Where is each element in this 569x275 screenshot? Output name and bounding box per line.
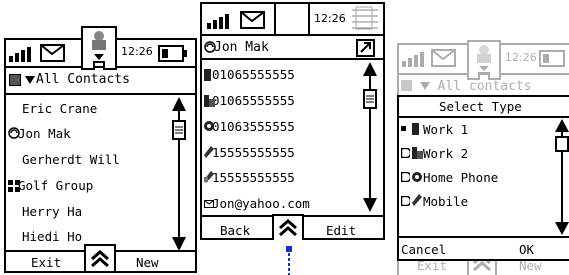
battery-icon [158, 45, 190, 63]
exit-softkey[interactable]: Exit [31, 255, 61, 270]
mobile2-phone-icon [204, 171, 214, 184]
work-phone-icon [412, 123, 420, 135]
contact-item[interactable]: Golf Group [8, 178, 93, 193]
cancel-button[interactable]: Cancel [401, 242, 446, 257]
detail-value: 15555555555 [212, 145, 295, 160]
clock-text: 12:26 [505, 51, 537, 64]
radio-icon [401, 148, 410, 158]
voicemail-tab-icon[interactable] [81, 26, 117, 70]
contact-name: Hiedi Ho [22, 229, 83, 244]
work2-phone-icon [412, 147, 423, 159]
voicemail-tab-icon [467, 40, 501, 80]
mobile-phone-icon [412, 194, 422, 207]
work2-phone-icon [204, 95, 215, 107]
ok-button[interactable]: OK [519, 242, 534, 257]
contacts-book-icon [9, 74, 21, 86]
dialog-title: Select Type [439, 99, 522, 114]
group-icon [8, 180, 20, 192]
new-softkey[interactable]: New [136, 255, 159, 270]
contact-item[interactable]: Gerherdt Will [22, 152, 120, 167]
background-header: All contacts [401, 79, 532, 94]
call-log-icon [8, 127, 20, 141]
option-label: Mobile [423, 194, 469, 209]
edit-softkey[interactable]: Edit [326, 223, 356, 238]
signal-icon [8, 45, 36, 63]
header-divider [4, 93, 197, 95]
empty-tab[interactable] [274, 2, 310, 34]
contact-header: Jon Mak [204, 39, 382, 59]
detail-value: Jon@yahoo.com [212, 196, 310, 211]
status-bar: 12:26 [4, 26, 197, 70]
detail-item[interactable]: 01065555555 [204, 93, 295, 108]
clock-text: 12:26 [121, 45, 153, 58]
contact-name: Herry Ha [22, 204, 83, 219]
option-label: Work 1 [423, 122, 469, 137]
contact-name: Eric Crane [22, 101, 98, 116]
dialog-scrollbar[interactable] [554, 119, 569, 235]
type-option[interactable]: Work 1 [401, 122, 468, 137]
scrollbar[interactable] [362, 62, 378, 212]
type-option[interactable]: Work 2 [401, 146, 468, 161]
message-icon [431, 49, 457, 69]
contact-title: Jon Mak [214, 40, 269, 55]
scrollbar[interactable] [171, 97, 187, 251]
detail-item[interactable]: 15555555555 [204, 170, 295, 185]
chevron-down-icon [419, 82, 430, 90]
background-header-title: All contacts [437, 79, 532, 94]
option-label: Home Phone [423, 170, 499, 185]
email-icon [204, 200, 214, 208]
signal-icon [206, 12, 234, 30]
message-icon [40, 44, 66, 64]
contact-name: Gerherdt Will [22, 152, 120, 167]
detail-item[interactable]: 01065555555 [204, 67, 295, 82]
contacts-filter-header[interactable]: All Contacts [4, 68, 197, 93]
work-phone-icon [204, 69, 212, 81]
contact-name: Jon Mak [18, 126, 71, 141]
option-label: Work 2 [423, 146, 469, 161]
menu-key-icon[interactable] [84, 244, 116, 273]
select-type-dialog: Select Type Work 1 Work 2 Home Phone Mob… [397, 95, 569, 261]
detail-item[interactable]: 15555555555 [204, 145, 295, 160]
header-title: All Contacts [36, 72, 130, 87]
chevron-down-icon [24, 74, 36, 86]
mobile-phone-icon [204, 146, 214, 159]
menu-key-icon[interactable] [272, 214, 304, 240]
contact-item[interactable]: Eric Crane [22, 101, 97, 116]
detail-value: 01065555555 [212, 93, 295, 108]
contact-item[interactable]: Herry Ha [22, 204, 82, 219]
type-option[interactable]: Home Phone [401, 170, 498, 185]
radio-icon [401, 196, 410, 206]
battery-icon [350, 4, 380, 34]
back-softkey[interactable]: Back [220, 223, 250, 238]
radio-icon [401, 172, 410, 182]
expand-icon[interactable] [356, 39, 376, 57]
battery-icon [539, 50, 569, 68]
signal-icon [401, 50, 429, 68]
detail-item[interactable]: Jon@yahoo.com [204, 196, 310, 211]
home-phone-icon [412, 172, 422, 183]
detail-value: 01065555555 [212, 67, 295, 82]
type-option[interactable]: Mobile [401, 194, 468, 209]
clock-text: 12:26 [314, 12, 346, 25]
selected-bullet-icon [401, 126, 406, 131]
contact-item[interactable]: Hiedi Ho [22, 229, 82, 244]
flow-connector [283, 244, 295, 275]
contacts-book-icon [401, 80, 412, 91]
select-type-screen: 12:26 All contacts Exit New Select Type [397, 40, 569, 275]
contact-detail-screen: 12:26 Jon Mak 01065555555 01065555555 01… [200, 2, 385, 240]
detail-value: 15555555555 [212, 170, 295, 185]
detail-value: 01063555555 [212, 119, 295, 134]
contacts-screen: 12:26 All Contacts Eric Crane Jon Mak Ge… [4, 26, 197, 273]
detail-item[interactable]: 01063555555 [204, 119, 295, 134]
contact-item[interactable]: Jon Mak [8, 126, 71, 141]
home-phone-icon [204, 121, 214, 132]
contact-name: Golf Group [18, 178, 94, 193]
message-icon [240, 11, 266, 31]
